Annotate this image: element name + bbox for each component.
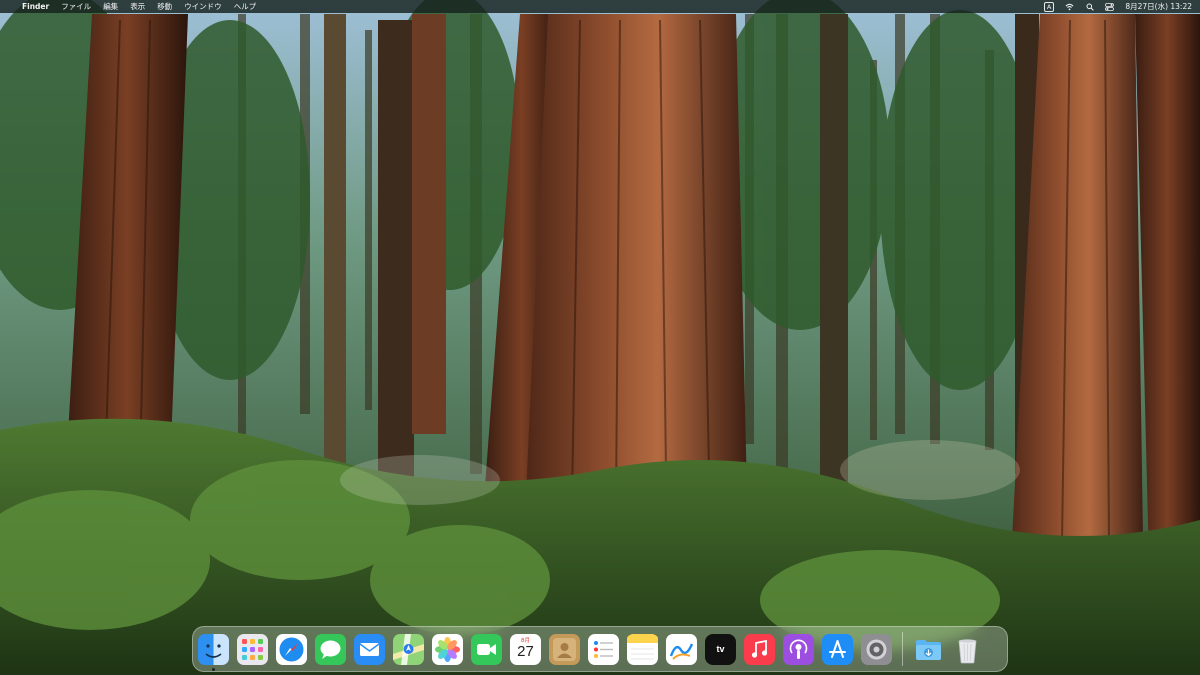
app-store-icon: [822, 633, 853, 665]
menu-window[interactable]: ウインドウ: [184, 1, 222, 12]
tv-icon: tv: [716, 644, 725, 654]
dock-notes[interactable]: [627, 633, 658, 665]
dock-safari[interactable]: [276, 633, 307, 665]
dock-app-store[interactable]: [822, 633, 853, 665]
menu-clock[interactable]: 8月27日(水) 13:22: [1125, 1, 1192, 12]
forest-wallpaper-image: [0, 0, 1200, 675]
finder-icon: [198, 633, 229, 665]
dock-podcasts[interactable]: [783, 633, 814, 665]
menu-go[interactable]: 移動: [157, 1, 172, 12]
dock-photos[interactable]: [432, 633, 463, 665]
podcasts-icon: [783, 633, 814, 665]
dock-contacts[interactable]: [549, 633, 580, 665]
dock-downloads[interactable]: [913, 634, 944, 665]
music-icon: [744, 633, 775, 665]
safari-icon: [276, 633, 307, 665]
menu-view[interactable]: 表示: [130, 1, 145, 12]
photos-icon: [432, 633, 463, 665]
dock-calendar[interactable]: 8月 27: [510, 633, 541, 665]
menu-edit[interactable]: 編集: [103, 1, 118, 12]
dock-maps[interactable]: [393, 633, 424, 665]
freeform-icon: [666, 633, 697, 665]
dock: 8月 27 tv: [192, 626, 1008, 672]
dock-mail[interactable]: [354, 633, 385, 665]
mail-icon: [354, 633, 385, 665]
dock-facetime[interactable]: [471, 633, 502, 665]
contacts-icon: [549, 633, 580, 665]
calendar-day-label: 27: [517, 642, 534, 660]
trash-icon: [958, 638, 977, 663]
reminders-icon: [588, 633, 619, 665]
maps-icon: [393, 633, 424, 665]
notes-icon: [627, 633, 658, 665]
dock-tv[interactable]: tv: [705, 633, 736, 665]
menu-help[interactable]: ヘルプ: [234, 1, 257, 12]
messages-icon: [315, 633, 346, 665]
menu-app-name[interactable]: Finder: [22, 2, 49, 11]
menu-file[interactable]: ファイル: [61, 1, 91, 12]
menu-bar: Finder ファイル 編集 表示 移動 ウインドウ ヘルプ A 8月27日(水…: [0, 0, 1200, 13]
downloads-folder-icon: [916, 639, 941, 660]
dock-separator: [902, 632, 903, 666]
input-source-indicator[interactable]: A: [1043, 1, 1055, 12]
dock-freeform[interactable]: [666, 633, 697, 665]
wifi-icon[interactable]: [1065, 2, 1074, 11]
running-indicator: [212, 667, 215, 671]
launchpad-icon: [237, 633, 268, 665]
dock-music[interactable]: [744, 633, 775, 665]
dock-system-settings[interactable]: [861, 633, 892, 665]
desktop-wallpaper: [0, 0, 1200, 675]
dock-trash[interactable]: [952, 634, 983, 665]
dock-launchpad[interactable]: [237, 633, 268, 665]
dock-finder[interactable]: [198, 633, 229, 671]
dock-messages[interactable]: [315, 633, 346, 665]
facetime-icon: [471, 633, 502, 665]
spotlight-search-icon[interactable]: [1085, 2, 1094, 11]
system-settings-icon: [861, 633, 892, 665]
dock-reminders[interactable]: [588, 633, 619, 665]
control-center-icon[interactable]: [1105, 2, 1115, 11]
